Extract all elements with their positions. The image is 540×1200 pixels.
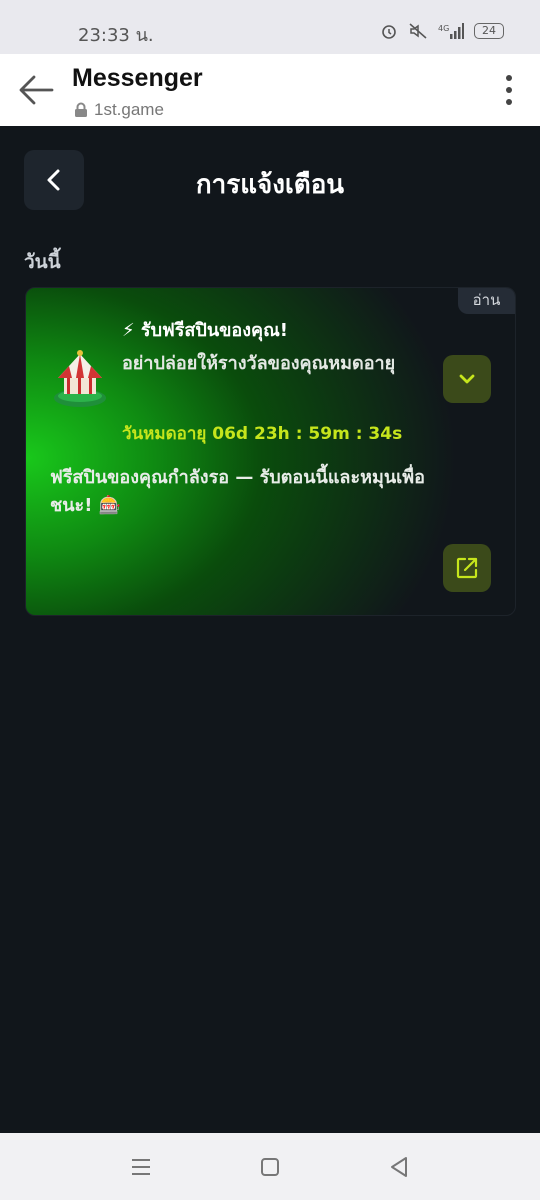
signal-icon: 4G (438, 23, 464, 39)
notification-body: ฟรีสปินของคุณกำลังรอ — รับตอนนี้และหมุนเ… (50, 467, 425, 516)
lock-icon (75, 102, 87, 117)
browser-bar: Messenger 1st.game (0, 54, 540, 126)
battery-indicator: 24 (474, 23, 504, 39)
browser-title: Messenger (72, 64, 203, 92)
external-link-icon (456, 557, 478, 579)
mute-icon (409, 23, 427, 39)
alarm-icon (382, 25, 396, 39)
svg-text:4G: 4G (438, 24, 449, 33)
carousel-icon (54, 350, 106, 407)
url-text: 1st.game (94, 100, 164, 119)
page-header: การแจ้งเตือน (24, 150, 516, 210)
home-icon[interactable] (258, 1155, 282, 1179)
expiry-label: วันหมดอายุ (122, 424, 207, 444)
page-title: การแจ้งเตือน (195, 170, 345, 200)
browser-url[interactable]: 1st.game (74, 100, 164, 120)
expand-button[interactable] (443, 355, 491, 403)
status-bar: 23:33 น. 4G 24 (0, 0, 540, 54)
status-icons: 4G 24 (380, 22, 504, 40)
arrow-left-icon[interactable] (14, 72, 56, 108)
system-nav-bar (0, 1133, 540, 1200)
kebab-menu-icon[interactable] (504, 74, 514, 106)
section-label-today: วันนี้ (24, 251, 61, 273)
expiry-countdown: 06d 23h : 59m : 34s (212, 424, 403, 444)
notification-card[interactable]: อ่าน ⚡ รับฟรีสปินของคุณ! อย่าปล่อยให้ราง… (25, 287, 516, 616)
status-time: 23:33 น. (78, 25, 154, 46)
open-link-button[interactable] (443, 544, 491, 592)
chevron-down-icon (459, 374, 475, 384)
recent-apps-icon[interactable] (129, 1155, 153, 1179)
notification-title: ⚡ รับฟรีสปินของคุณ! (122, 320, 288, 341)
read-badge: อ่าน (458, 288, 515, 314)
back-icon[interactable] (387, 1155, 411, 1179)
expiry-row: วันหมดอายุ 06d 23h : 59m : 34s (122, 420, 402, 447)
notification-subtitle: อย่าปล่อยให้รางวัลของคุณหมดอายุ (122, 353, 396, 374)
